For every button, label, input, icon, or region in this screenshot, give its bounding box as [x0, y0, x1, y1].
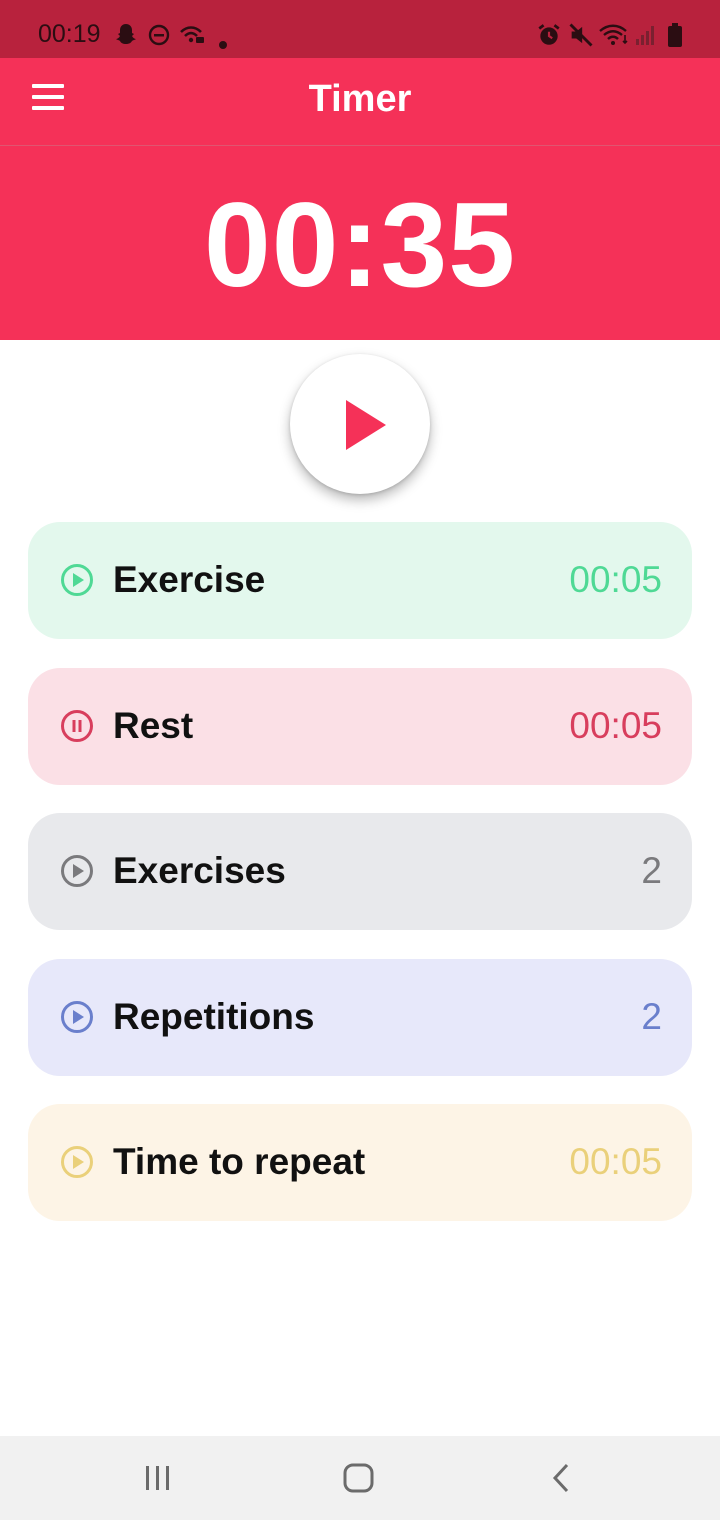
recents-icon [146, 1466, 169, 1490]
card-value: 00:05 [569, 1141, 662, 1182]
back-button[interactable] [530, 1456, 590, 1500]
card-value: 2 [641, 996, 662, 1037]
back-icon [552, 1463, 569, 1493]
card-label: Time to repeat [113, 1141, 366, 1182]
card-exercises[interactable]: Exercises 2 [28, 813, 692, 930]
recents-button[interactable] [128, 1456, 188, 1500]
card-value: 2 [641, 850, 662, 891]
play-button[interactable] [290, 354, 430, 494]
play-circle-icon [61, 855, 93, 887]
status-time: 00:19 [38, 20, 101, 48]
mute-icon [569, 23, 593, 47]
notification-dot-icon [219, 41, 227, 49]
timer-display: 00:35 [204, 178, 516, 312]
home-icon [343, 1463, 374, 1493]
play-circle-icon [61, 1001, 93, 1033]
snapchat-icon [116, 24, 136, 44]
card-repetitions[interactable]: Repetitions 2 [28, 959, 692, 1076]
play-circle-icon [61, 1146, 93, 1178]
status-bar: 00:19 [0, 0, 720, 58]
timer-panel: 00:35 [0, 146, 720, 340]
app-bar: Timer [0, 58, 720, 146]
play-icon [346, 400, 386, 450]
card-exercise[interactable]: Exercise 00:05 [28, 522, 692, 639]
card-label: Exercise [113, 559, 266, 600]
battery-icon [668, 23, 682, 47]
card-time-to-repeat[interactable]: Time to repeat 00:05 [28, 1104, 692, 1221]
alarm-icon [538, 24, 560, 45]
do-not-disturb-icon [148, 24, 170, 46]
card-value: 00:05 [569, 559, 662, 600]
card-label: Rest [113, 705, 194, 746]
card-rest[interactable]: Rest 00:05 [28, 668, 692, 785]
page-title: Timer [308, 78, 412, 120]
card-label: Exercises [113, 850, 286, 891]
pause-circle-icon [61, 710, 93, 742]
signal-icon [636, 26, 654, 45]
system-nav-bar [0, 1436, 720, 1520]
wifi-calling-icon [180, 26, 204, 43]
wifi-icon [599, 24, 628, 45]
home-button[interactable] [329, 1456, 389, 1500]
card-label: Repetitions [113, 996, 315, 1037]
play-circle-icon [61, 564, 93, 596]
card-value: 00:05 [569, 705, 662, 746]
